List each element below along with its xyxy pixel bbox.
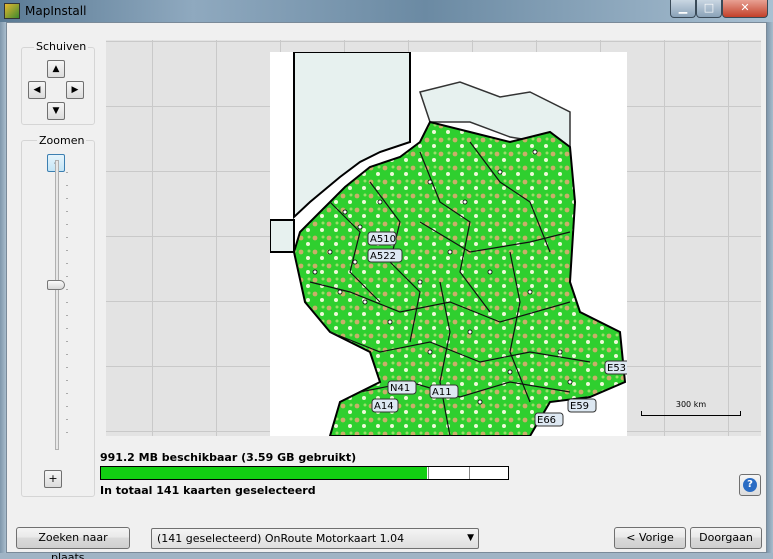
plus-icon: + (48, 472, 58, 485)
coast-area (269, 219, 295, 253)
storage-available-text: 991.2 MB beschikbaar (3.59 GB gebruikt) (100, 451, 357, 464)
road-shield-a510: A510 (367, 231, 397, 246)
road-label: E59 (570, 401, 589, 412)
arrow-up-icon: ▲ (52, 64, 60, 74)
pan-up-button[interactable]: ▲ (47, 60, 65, 78)
zoom-label: Zoomen (37, 134, 87, 147)
road-label: E53 (607, 363, 626, 374)
map-product-select-value: (141 geselecteerd) OnRoute Motorkaart 1.… (157, 532, 405, 545)
zoom-slider-thumb[interactable] (47, 280, 65, 290)
minimize-icon: ▁ (678, 1, 688, 14)
title-bar: MapInstall ▁ □ ✕ (0, 0, 773, 22)
progress-segment-divider (428, 467, 429, 479)
help-icon: ? (743, 478, 757, 492)
arrow-left-icon: ◀ (33, 85, 41, 95)
road-shield-e53: E53 (604, 360, 634, 375)
map-canvas: A510 A522 E53 E59 E66 A11 A14 N41 (269, 51, 634, 436)
app-icon (4, 3, 20, 19)
road-shield-e66: E66 (534, 412, 564, 427)
pan-left-button[interactable]: ◀ (28, 81, 46, 99)
pan-down-button[interactable]: ▼ (47, 102, 65, 120)
road-label: A510 (370, 234, 396, 245)
zoom-slider-ticks (66, 172, 68, 442)
help-button[interactable]: ? (739, 474, 761, 496)
maximize-button[interactable]: □ (696, 0, 722, 18)
window-title: MapInstall (25, 4, 87, 18)
pan-label: Schuiven (34, 40, 89, 53)
map-view[interactable]: A510 A522 E53 E59 E66 A11 A14 N41 (106, 40, 761, 436)
arrow-right-icon: ▶ (71, 85, 79, 95)
minimize-button[interactable]: ▁ (670, 0, 696, 18)
close-icon: ✕ (740, 1, 750, 14)
map-scale-label: 300 km (675, 400, 707, 409)
selected-maps-summary: In totaal 141 kaarten geselecteerd (100, 484, 316, 497)
search-place-button[interactable]: Zoeken naar plaats... (16, 527, 130, 559)
road-shield-n41: N41 (387, 380, 417, 395)
next-button[interactable]: Doorgaan (690, 527, 762, 549)
zoom-slider-track[interactable] (55, 160, 59, 450)
storage-progress-fill (101, 467, 427, 479)
road-shield-a11: A11 (429, 384, 459, 399)
road-label: N41 (390, 383, 410, 394)
road-label: A11 (432, 387, 452, 398)
arrow-down-icon: ▼ (52, 106, 60, 116)
window-frame-bottom (0, 553, 773, 559)
road-shield-a14: A14 (371, 398, 399, 413)
progress-segment-divider (469, 467, 470, 479)
back-button[interactable]: < Vorige (614, 527, 686, 549)
maximize-icon: □ (703, 1, 715, 14)
map-product-select[interactable]: (141 geselecteerd) OnRoute Motorkaart 1.… (151, 528, 479, 549)
pan-right-button[interactable]: ▶ (66, 81, 84, 99)
window-frame-right (767, 22, 773, 559)
chevron-down-icon: ▼ (467, 533, 474, 543)
road-shield-a522: A522 (367, 248, 403, 263)
zoom-in-button[interactable]: + (44, 470, 62, 488)
road-label: A14 (374, 401, 394, 412)
close-button[interactable]: ✕ (722, 0, 768, 18)
road-label: A522 (370, 251, 396, 262)
storage-progress-bar (100, 466, 509, 480)
map-scale-bar (641, 411, 741, 416)
road-shield-e59: E59 (567, 398, 597, 413)
road-label: E66 (537, 415, 556, 426)
map-tile[interactable]: A510 A522 E53 E59 E66 A11 A14 N41 (269, 51, 634, 436)
